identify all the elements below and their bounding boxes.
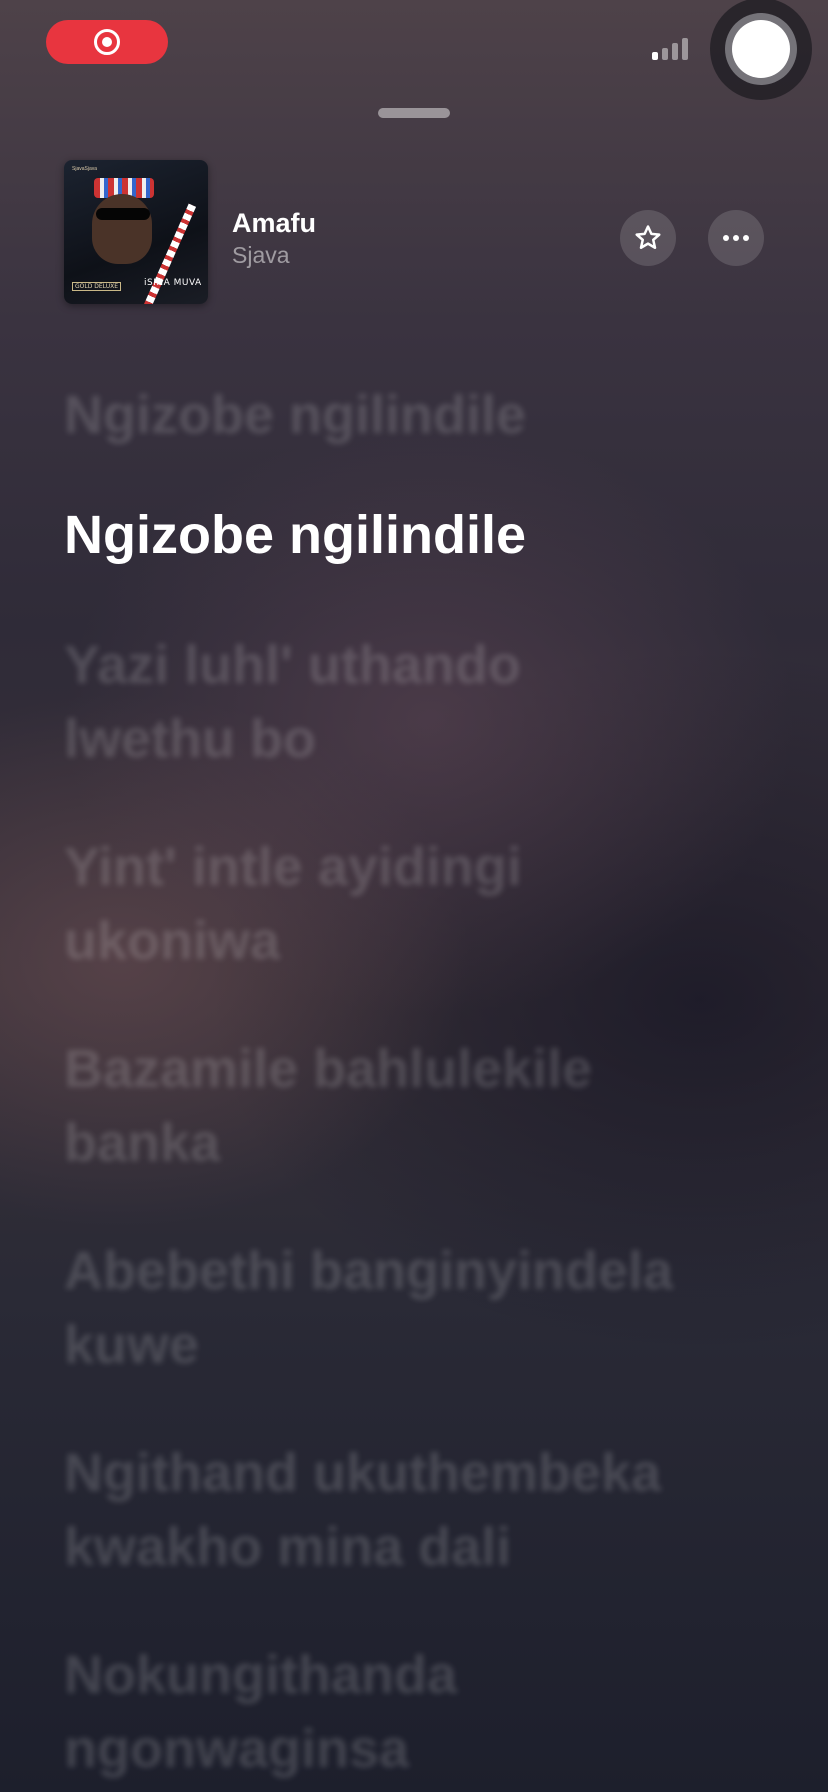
lyric-text: Yazi luhl' uthando <box>64 635 521 695</box>
artwork-portrait <box>92 194 152 264</box>
lyric-text: Nokungithanda <box>64 1645 457 1705</box>
lyric-text: Yint' intle ayidingi <box>64 837 522 897</box>
lyric-text: Ngizobe ngilindile <box>64 505 526 565</box>
lyric-line[interactable]: Ngithand ukuthembeka kwakho mina dali <box>64 1436 764 1584</box>
lyric-text: Ngizobe ngilindile <box>64 385 526 445</box>
lyric-text: Bazamile bahlulekile <box>64 1039 593 1099</box>
lyric-text: banka <box>64 1113 221 1173</box>
artwork-label-right: iSINA MUVA <box>144 278 202 288</box>
album-artwork[interactable]: SjavaSjava GOLD DELUXE iSINA MUVA <box>64 160 208 304</box>
lyric-line-current[interactable]: Ngizobe ngilindile <box>64 498 764 572</box>
screen-recording-indicator[interactable] <box>46 20 168 64</box>
assistive-touch-button[interactable] <box>710 0 812 100</box>
lyric-text: kwakho mina dali <box>64 1517 512 1577</box>
ellipsis-icon <box>723 235 749 241</box>
artwork-top-text: SjavaSjava <box>72 166 98 172</box>
lyric-line[interactable]: Yint' intle ayidingi ukoniwa <box>64 830 764 978</box>
more-options-button[interactable] <box>708 210 764 266</box>
lyrics-screen: SjavaSjava GOLD DELUXE iSINA MUVA Amafu … <box>0 0 828 1792</box>
favorite-button[interactable] <box>620 210 676 266</box>
assistive-touch-icon <box>725 13 797 85</box>
lyric-text: ukoniwa <box>64 911 281 971</box>
lyric-line[interactable]: Bazamile bahlulekile banka <box>64 1032 764 1180</box>
lyric-line[interactable]: Abebethi banginyindela kuwe <box>64 1234 764 1382</box>
lyric-line-previous[interactable]: Ngizobe ngilindile <box>64 378 764 452</box>
song-artist[interactable]: Sjava <box>232 242 290 269</box>
screen-record-icon <box>94 29 120 55</box>
lyric-text: kuwe <box>64 1315 200 1375</box>
lyric-line[interactable]: Yazi luhl' uthando lwethu bo <box>64 628 764 776</box>
star-icon <box>635 225 661 249</box>
cellular-signal-icon <box>652 36 696 60</box>
artwork-sunglasses <box>96 208 150 220</box>
artwork-label-left: GOLD DELUXE <box>72 282 121 291</box>
sheet-grabber-handle[interactable] <box>378 108 450 118</box>
song-title[interactable]: Amafu <box>232 208 316 239</box>
lyric-line[interactable]: Nokungithanda ngonwaginsa <box>64 1638 764 1786</box>
lyric-text: Abebethi banginyindela <box>64 1241 674 1301</box>
lyric-text: ngonwaginsa <box>64 1719 410 1779</box>
lyric-text: lwethu bo <box>64 709 316 769</box>
lyric-text: Ngithand ukuthembeka <box>64 1443 662 1503</box>
